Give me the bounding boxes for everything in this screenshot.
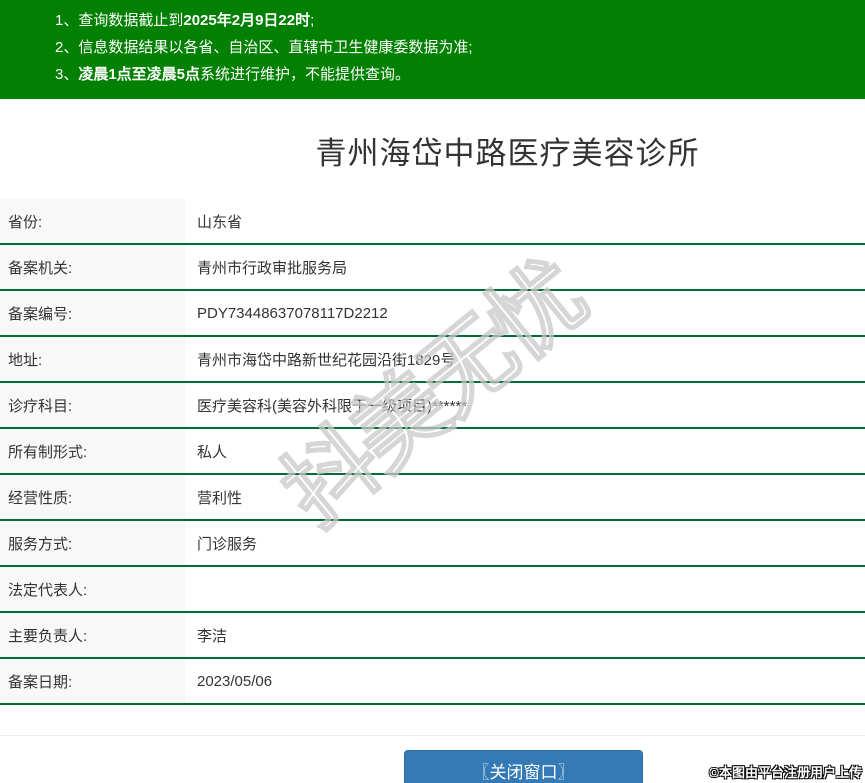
table-row-record-date: 备案日期: 2023/05/06 xyxy=(0,659,865,705)
notice-number: 1、 xyxy=(55,12,79,29)
table-row-principal: 主要负责人: 李洁 xyxy=(0,613,865,659)
table-row-medical-subjects: 诊疗科目: 医疗美容科(美容外科限于一级项目)****** xyxy=(0,383,865,429)
row-label: 备案编号: xyxy=(0,291,185,335)
table-row-business-nature: 经营性质: 营利性 xyxy=(0,475,865,521)
copyright-watermark: ©本图由平台注册用户上传 xyxy=(709,765,862,780)
table-row-record-number: 备案编号: PDY73448637078117D2212 xyxy=(0,291,865,337)
notice-banner: 1、查询数据截止到2025年2月9日22时; 2、信息数据结果以各省、自治区、直… xyxy=(0,0,865,99)
row-label: 诊疗科目: xyxy=(0,383,185,427)
page-title: 青州海岱中路医疗美容诊所 xyxy=(315,136,700,171)
row-value: 私人 xyxy=(197,443,228,461)
table-row-province: 省份: 山东省 xyxy=(0,199,865,245)
notice-item: 2、信息数据结果以各省、自治区、直辖市卫生健康委数据为准; xyxy=(55,39,473,56)
row-label: 服务方式: xyxy=(0,521,185,565)
row-value xyxy=(185,567,865,611)
row-label: 主要负责人: xyxy=(0,613,185,657)
row-value: 青州市海岱中路新世纪花园沿街1829号 xyxy=(197,351,456,369)
table-row-service-mode: 服务方式: 门诊服务 xyxy=(0,521,865,567)
table-row-address: 地址: 青州市海岱中路新世纪花园沿街1829号 xyxy=(0,337,865,383)
title-container: 青州海岱中路医疗美容诊所 xyxy=(0,99,865,199)
detail-table: 省份: 山东省 备案机关: 青州市行政审批服务局 备案编号: PDY734486… xyxy=(0,199,865,705)
row-value: 李洁 xyxy=(197,627,228,645)
row-label: 备案机关: xyxy=(0,245,185,289)
row-value: 2023/05/06 xyxy=(197,672,273,690)
row-label: 经营性质: xyxy=(0,475,185,519)
row-value: PDY73448637078117D2212 xyxy=(197,304,388,322)
footer-divider xyxy=(0,735,865,736)
row-label: 法定代表人: xyxy=(0,567,185,611)
row-label: 地址: xyxy=(0,337,185,381)
notice-item: 1、查询数据截止到2025年2月9日22时; xyxy=(55,12,315,29)
row-label: 所有制形式: xyxy=(0,429,185,473)
row-value: 医疗美容科(美容外科限于一级项目)****** xyxy=(197,397,468,415)
notice-number: 3、 xyxy=(55,66,79,83)
notice-number: 2、 xyxy=(55,39,79,56)
table-row-legal-representative: 法定代表人: xyxy=(0,567,865,613)
close-window-button[interactable]: 〖关闭窗口〗 xyxy=(404,750,643,783)
row-value: 门诊服务 xyxy=(197,535,258,553)
row-value: 青州市行政审批服务局 xyxy=(197,259,348,277)
row-label: 备案日期: xyxy=(0,659,185,703)
table-row-record-authority: 备案机关: 青州市行政审批服务局 xyxy=(0,245,865,291)
row-value: 营利性 xyxy=(197,489,243,507)
row-label: 省份: xyxy=(0,199,185,243)
notice-item: 3、凌晨1点至凌晨5点系统进行维护，不能提供查询。 xyxy=(55,66,411,83)
table-row-ownership: 所有制形式: 私人 xyxy=(0,429,865,475)
row-value: 山东省 xyxy=(197,213,243,231)
